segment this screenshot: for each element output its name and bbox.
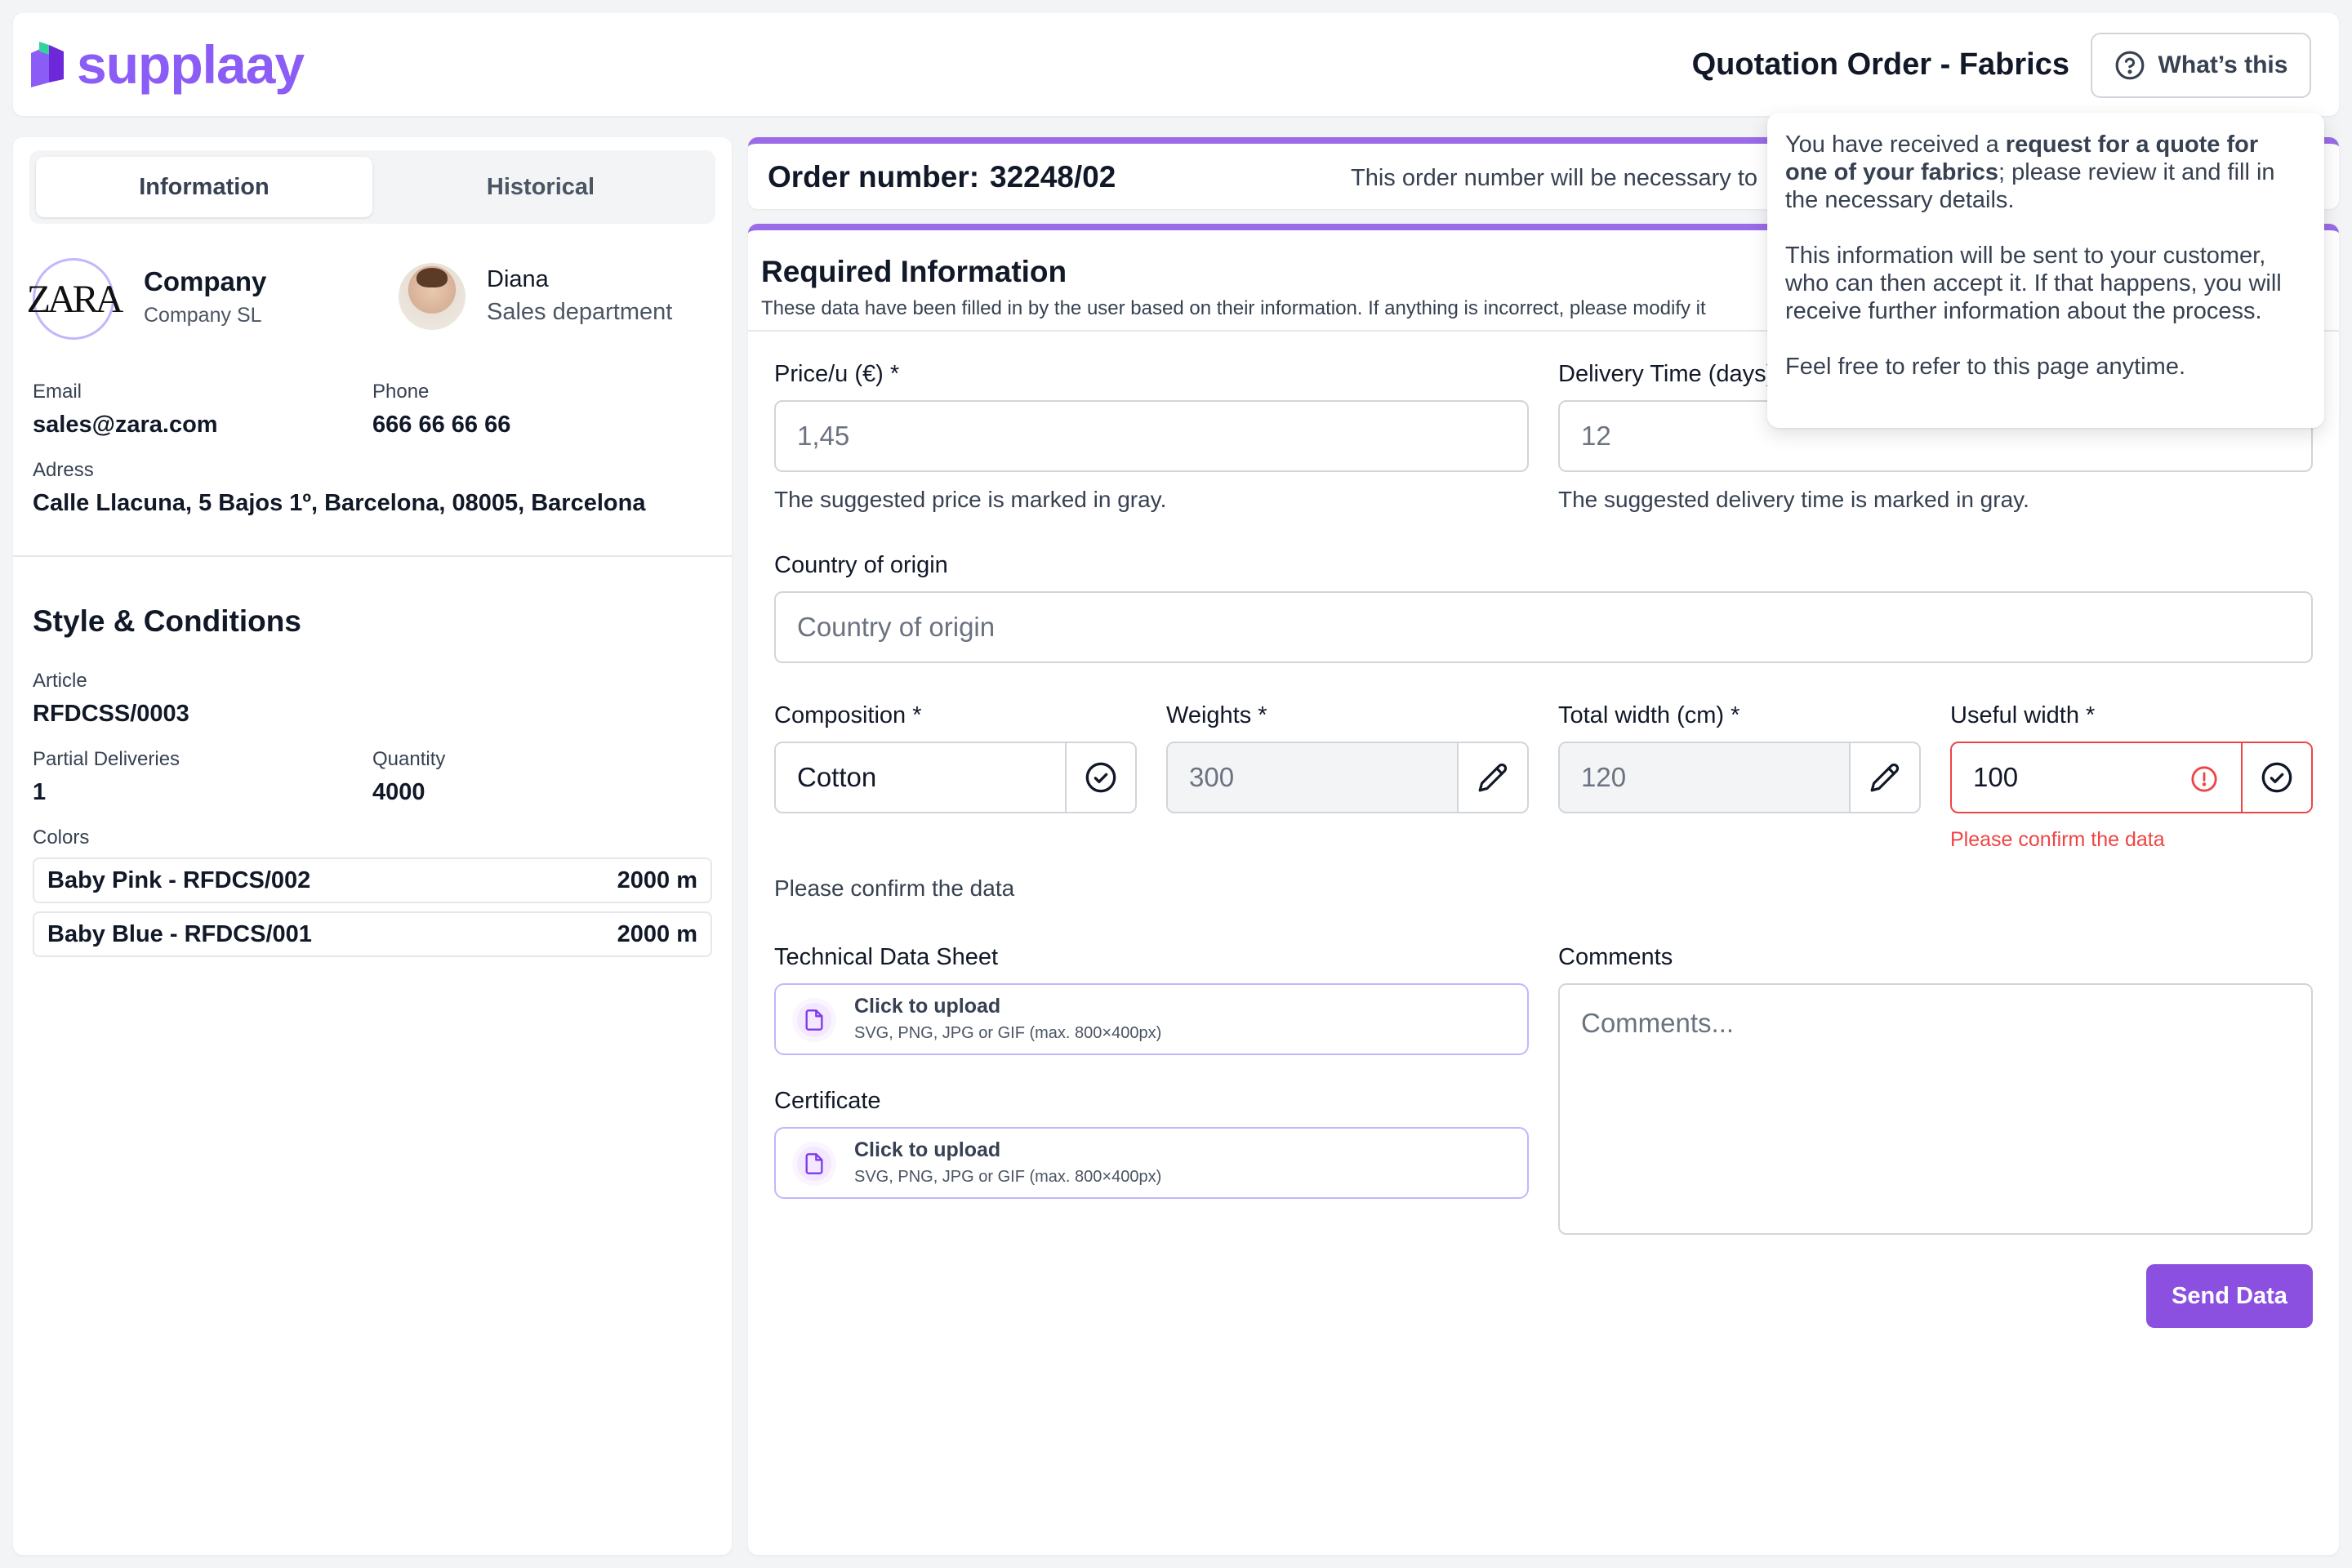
certificate-upload[interactable]: Click to upload SVG, PNG, JPG or GIF (ma…	[774, 1127, 1529, 1199]
alert-circle-icon	[2191, 766, 2217, 792]
phone-label: Phone	[372, 381, 430, 403]
quantity-value: 4000	[372, 779, 425, 805]
partial-deliveries-label: Partial Deliveries	[33, 748, 180, 770]
page-title: Quotation Order - Fabrics	[1691, 47, 2069, 82]
composition-field: Cotton	[774, 742, 1137, 813]
company-logo: ZARA	[27, 258, 123, 340]
country-label: Country of origin	[774, 552, 948, 578]
form-subtitle: These data have been filled in by the us…	[761, 297, 1706, 319]
pencil-icon	[1478, 763, 1508, 792]
color-row: Baby Blue - RFDCS/001 2000 m	[33, 911, 712, 957]
popover-paragraph-1: You have received a request for a quote …	[1785, 131, 2275, 213]
tech-sheet-label: Technical Data Sheet	[774, 944, 999, 970]
file-icon	[792, 1142, 836, 1186]
quantity-label: Quantity	[372, 748, 446, 770]
info-panel: Information Historical ZARA Company Comp…	[13, 137, 732, 1555]
whats-this-popover: You have received a request for a quote …	[1767, 113, 2324, 428]
phone-value: 666 66 66 66	[372, 412, 511, 438]
panel-divider	[13, 555, 732, 557]
certificate-label: Certificate	[774, 1088, 881, 1114]
composition-input[interactable]: Cotton	[776, 743, 1065, 812]
composition-label: Composition *	[774, 702, 922, 728]
order-number-value: 32248/02	[990, 160, 1116, 194]
upload-hint: SVG, PNG, JPG or GIF (max. 800×400px)	[854, 1168, 1162, 1186]
email-label: Email	[33, 381, 82, 403]
total-width-field: 120	[1558, 742, 1921, 813]
upload-title: Click to upload	[854, 1138, 1001, 1161]
popover-paragraph-2: This information will be sent to your cu…	[1785, 243, 2282, 324]
contact-department: Sales department	[487, 299, 673, 325]
avatar	[399, 263, 466, 330]
useful-width-label: Useful width *	[1950, 702, 2096, 728]
confirm-button[interactable]	[2241, 743, 2311, 812]
tab-information[interactable]: Information	[36, 157, 372, 217]
company-name: Company	[144, 266, 267, 296]
color-amount: 2000 m	[617, 920, 697, 947]
useful-width-field: 100	[1950, 742, 2313, 813]
whats-this-button[interactable]: What’s this	[2091, 33, 2311, 98]
tech-sheet-upload[interactable]: Click to upload SVG, PNG, JPG or GIF (ma…	[774, 983, 1529, 1055]
brand-name: supplaay	[77, 34, 305, 95]
article-value: RFDCSS/0003	[33, 701, 189, 727]
useful-width-error: Please confirm the data	[1950, 828, 2165, 851]
confirm-data-note: Please confirm the data	[774, 875, 1015, 901]
confirm-button[interactable]	[1065, 743, 1135, 812]
tab-historical[interactable]: Historical	[372, 157, 709, 217]
color-name: Baby Pink - RFDCS/002	[47, 866, 311, 893]
address-label: Adress	[33, 459, 94, 481]
company-subtitle: Company SL	[144, 304, 262, 327]
partial-deliveries-value: 1	[33, 779, 47, 805]
colors-label: Colors	[33, 826, 90, 849]
delivery-label: Delivery Time (days)	[1558, 361, 1775, 387]
color-name: Baby Blue - RFDCS/001	[47, 920, 312, 947]
weights-field: 300	[1166, 742, 1529, 813]
supplaay-logo-icon	[31, 42, 64, 87]
weights-label: Weights *	[1166, 702, 1267, 728]
country-input[interactable]: Country of origin	[774, 591, 2313, 663]
send-data-button[interactable]: Send Data	[2146, 1264, 2313, 1328]
brand-logo[interactable]: supplaay	[31, 34, 305, 95]
contact-name: Diana	[487, 266, 549, 292]
price-input[interactable]: 1,45	[774, 400, 1529, 472]
upload-title: Click to upload	[854, 995, 1001, 1018]
order-number-label: Order number:	[768, 160, 980, 194]
info-tabs: Information Historical	[29, 150, 715, 224]
popover-paragraph-3: Feel free to refer to this page anytime.	[1785, 354, 2186, 380]
color-row: Baby Pink - RFDCS/002 2000 m	[33, 858, 712, 903]
top-bar: supplaay Quotation Order - Fabrics What’…	[13, 13, 2339, 116]
color-amount: 2000 m	[617, 866, 697, 893]
useful-width-value: 100	[1973, 762, 2019, 792]
style-conditions-title: Style & Conditions	[33, 604, 301, 638]
whats-this-label: What’s this	[2158, 51, 2288, 78]
edit-button[interactable]	[1849, 743, 1919, 812]
price-helper: The suggested price is marked in gray.	[774, 487, 1167, 512]
form-title: Required Information	[761, 255, 1067, 288]
order-number-hint: This order number will be necessary to	[1351, 165, 1758, 191]
comments-textarea[interactable]: Comments...	[1558, 983, 2313, 1235]
email-value: sales@zara.com	[33, 412, 218, 438]
delivery-helper: The suggested delivery time is marked in…	[1558, 487, 2029, 512]
check-circle-icon	[2261, 762, 2292, 793]
comments-label: Comments	[1558, 944, 1673, 970]
question-circle-icon	[2115, 51, 2144, 80]
edit-button[interactable]	[1457, 743, 1527, 812]
address-value: Calle Llacuna, 5 Bajos 1º, Barcelona, 08…	[33, 490, 646, 516]
file-icon	[792, 998, 836, 1042]
total-width-input[interactable]: 120	[1560, 743, 1849, 812]
useful-width-input[interactable]: 100	[1952, 743, 2241, 812]
article-label: Article	[33, 670, 87, 692]
pencil-icon	[1870, 763, 1900, 792]
price-label: Price/u (€) *	[774, 361, 900, 387]
weights-input[interactable]: 300	[1168, 743, 1457, 812]
company-row: ZARA Company Company SL Diana Sales depa…	[27, 258, 719, 340]
check-circle-icon	[1085, 762, 1116, 793]
total-width-label: Total width (cm) *	[1558, 702, 1740, 728]
upload-hint: SVG, PNG, JPG or GIF (max. 800×400px)	[854, 1024, 1162, 1042]
